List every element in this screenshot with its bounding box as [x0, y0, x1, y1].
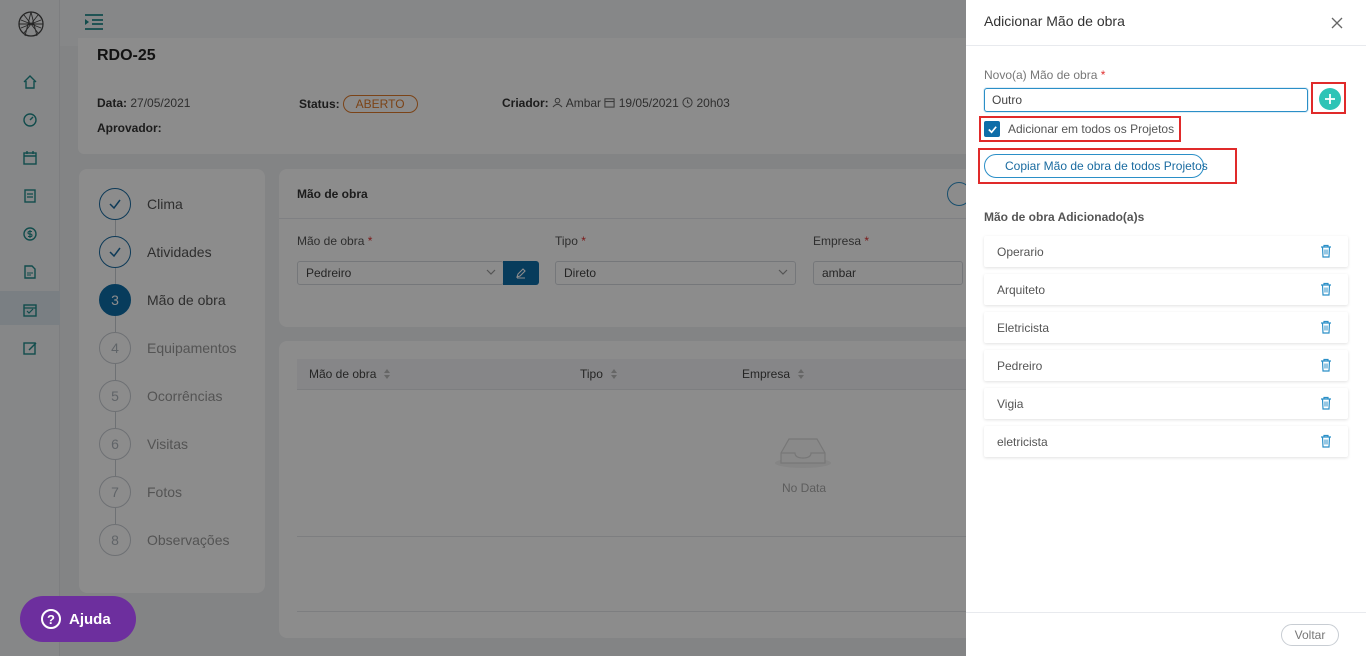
added-list-title: Mão de obra Adicionado(a)s — [984, 210, 1145, 224]
help-label: Ajuda — [69, 610, 111, 628]
drawer-divider — [966, 45, 1366, 46]
new-labor-label-text: Novo(a) Mão de obra — [984, 68, 1098, 82]
drawer-title: Adicionar Mão de obra — [984, 13, 1125, 29]
back-button[interactable]: Voltar — [1281, 624, 1339, 646]
modal-overlay[interactable] — [0, 0, 966, 656]
drawer-footer-divider — [966, 612, 1366, 613]
list-item: Eletricista — [984, 312, 1348, 343]
list-item-label: Arquiteto — [997, 282, 1046, 297]
trash-icon[interactable] — [1320, 244, 1332, 258]
new-labor-input[interactable] — [984, 88, 1308, 112]
list-item: Operario — [984, 236, 1348, 267]
close-icon[interactable] — [1330, 16, 1344, 30]
required-mark: * — [1100, 68, 1106, 82]
trash-icon[interactable] — [1320, 358, 1332, 372]
trash-icon[interactable] — [1320, 282, 1332, 296]
list-item-label: Eletricista — [997, 320, 1050, 335]
list-item-label: Vigia — [997, 396, 1024, 411]
list-item: Arquiteto — [984, 274, 1348, 305]
highlight-box — [979, 116, 1181, 142]
highlight-box — [1311, 82, 1346, 114]
list-item-label: Operario — [997, 244, 1044, 259]
question-icon: ? — [41, 609, 61, 629]
list-item: Vigia — [984, 388, 1348, 419]
list-item-label: Pedreiro — [997, 358, 1043, 373]
highlight-box — [978, 148, 1237, 184]
trash-icon[interactable] — [1320, 434, 1332, 448]
list-item: eletricista — [984, 426, 1348, 457]
help-button[interactable]: ? Ajuda — [20, 596, 136, 642]
list-item-label: eletricista — [997, 434, 1048, 449]
list-item: Pedreiro — [984, 350, 1348, 381]
add-labor-drawer: Adicionar Mão de obra Novo(a) Mão de obr… — [966, 0, 1366, 656]
trash-icon[interactable] — [1320, 320, 1332, 334]
trash-icon[interactable] — [1320, 396, 1332, 410]
new-labor-label: Novo(a) Mão de obra * — [984, 68, 1105, 82]
